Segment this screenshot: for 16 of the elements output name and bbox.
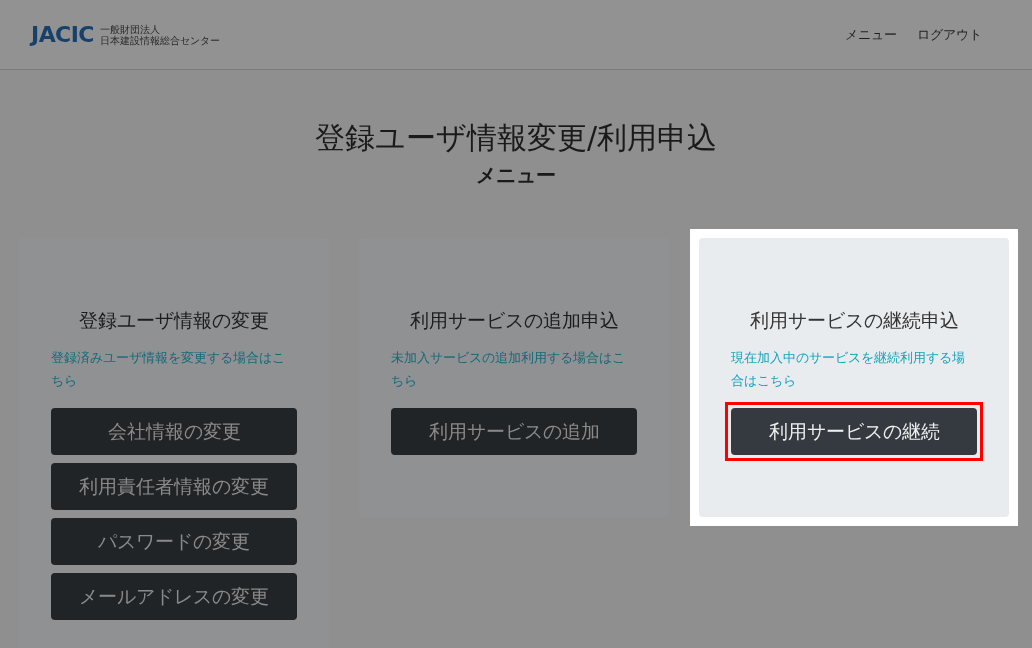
nav-link[interactable]: ログアウト — [917, 24, 982, 45]
card-title: 利用サービスの追加申込 — [409, 308, 619, 332]
action-button[interactable]: 利用責任者情報の変更 — [51, 463, 297, 510]
action-button[interactable]: 利用サービスの継続 — [731, 408, 977, 455]
organization-name: 日本建設情報総合センター — [99, 34, 220, 46]
action-button[interactable]: 会社情報の変更 — [51, 408, 297, 455]
card-title: 利用サービスの継続申込 — [749, 308, 959, 332]
action-button[interactable]: パスワードの変更 — [51, 518, 297, 565]
page-title: 登録ユーザ情報変更/利用申込 — [314, 120, 718, 156]
logo[interactable]: JACIC — [31, 23, 94, 46]
action-button[interactable]: メールアドレスの変更 — [51, 573, 297, 620]
page-subtitle: メニュー — [476, 162, 556, 188]
card-title: 登録ユーザ情報の変更 — [79, 308, 269, 332]
nav-link[interactable]: メニュー — [845, 24, 897, 45]
description-link[interactable]: 現在加入中のサービスを継続利用する場合はこちら — [731, 346, 977, 392]
action-button[interactable]: 利用サービスの追加 — [391, 408, 637, 455]
